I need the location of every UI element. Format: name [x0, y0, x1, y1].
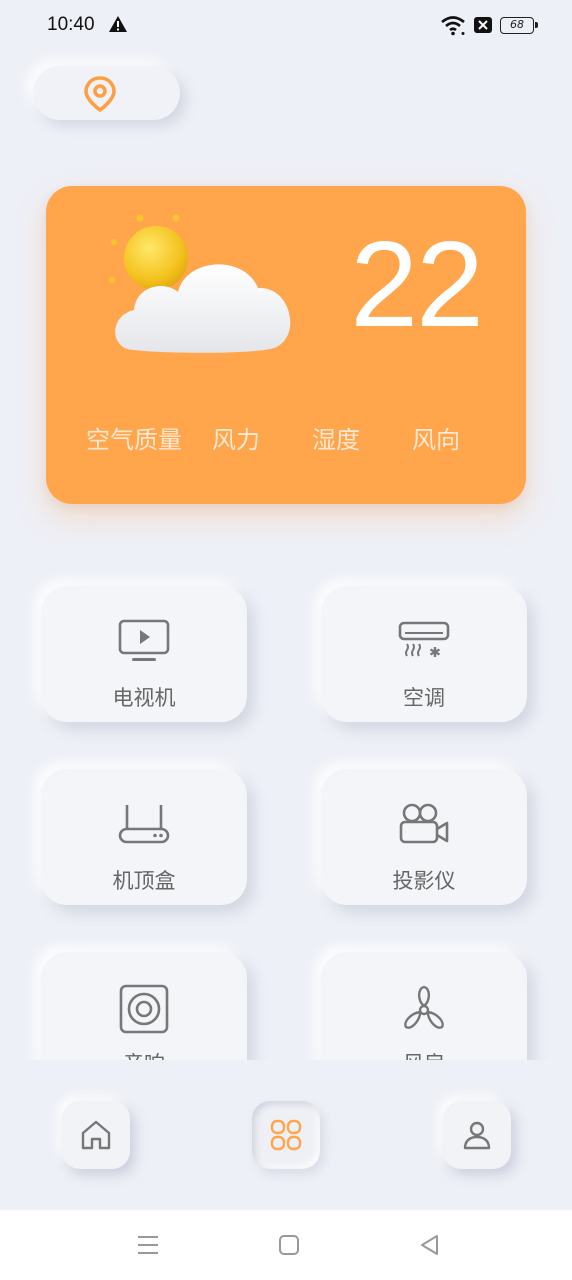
device-label: 空调 [403, 686, 445, 710]
home-icon [81, 1120, 111, 1150]
location-button[interactable] [33, 66, 180, 120]
speaker-icon [119, 984, 169, 1034]
profile-icon [463, 1121, 491, 1150]
battery-level: 68 [510, 18, 524, 31]
battery-icon: 68 [500, 17, 538, 34]
device-card-air-conditioner[interactable]: 空调 [321, 586, 527, 722]
no-sim-icon [474, 17, 492, 33]
temperature: 22 [350, 216, 484, 352]
tv-icon [118, 619, 170, 661]
projector-icon [399, 803, 449, 844]
system-nav-bar [0, 1210, 572, 1280]
device-label: 投影仪 [392, 869, 456, 893]
menu-icon[interactable] [135, 1232, 161, 1258]
wifi-icon [441, 16, 465, 36]
fan-icon [404, 985, 444, 1029]
nav-profile-button[interactable] [443, 1101, 511, 1169]
metric-wind-force: 风力 [212, 426, 260, 454]
set-top-box-icon [118, 805, 170, 844]
metric-wind-direction: 风向 [412, 426, 460, 454]
warning-icon [109, 16, 127, 32]
back-icon[interactable] [417, 1232, 443, 1258]
location-pin-icon [84, 76, 116, 112]
device-label: 电视机 [112, 686, 176, 710]
nav-home-button[interactable] [62, 1101, 130, 1169]
device-card-tv[interactable]: 电视机 [41, 586, 247, 722]
weather-metrics: 空气质量 风力 湿度 风向 [86, 420, 486, 456]
home-square-icon[interactable] [276, 1232, 302, 1258]
air-conditioner-icon [398, 621, 450, 657]
weather-card: 22 空气质量 风力 湿度 风向 [46, 186, 526, 504]
clock: 10:40 [47, 14, 95, 35]
device-label: 机顶盒 [112, 869, 176, 893]
device-card-projector[interactable]: 投影仪 [321, 769, 527, 905]
bottom-nav [0, 1060, 572, 1210]
partly-sunny-icon [109, 214, 291, 353]
apps-icon [270, 1119, 302, 1151]
metric-air-quality: 空气质量 [86, 426, 182, 454]
nav-apps-button[interactable] [252, 1101, 320, 1169]
status-bar: 10:40 68 [0, 0, 572, 52]
metric-humidity: 湿度 [312, 426, 360, 454]
device-card-set-top-box[interactable]: 机顶盒 [41, 769, 247, 905]
